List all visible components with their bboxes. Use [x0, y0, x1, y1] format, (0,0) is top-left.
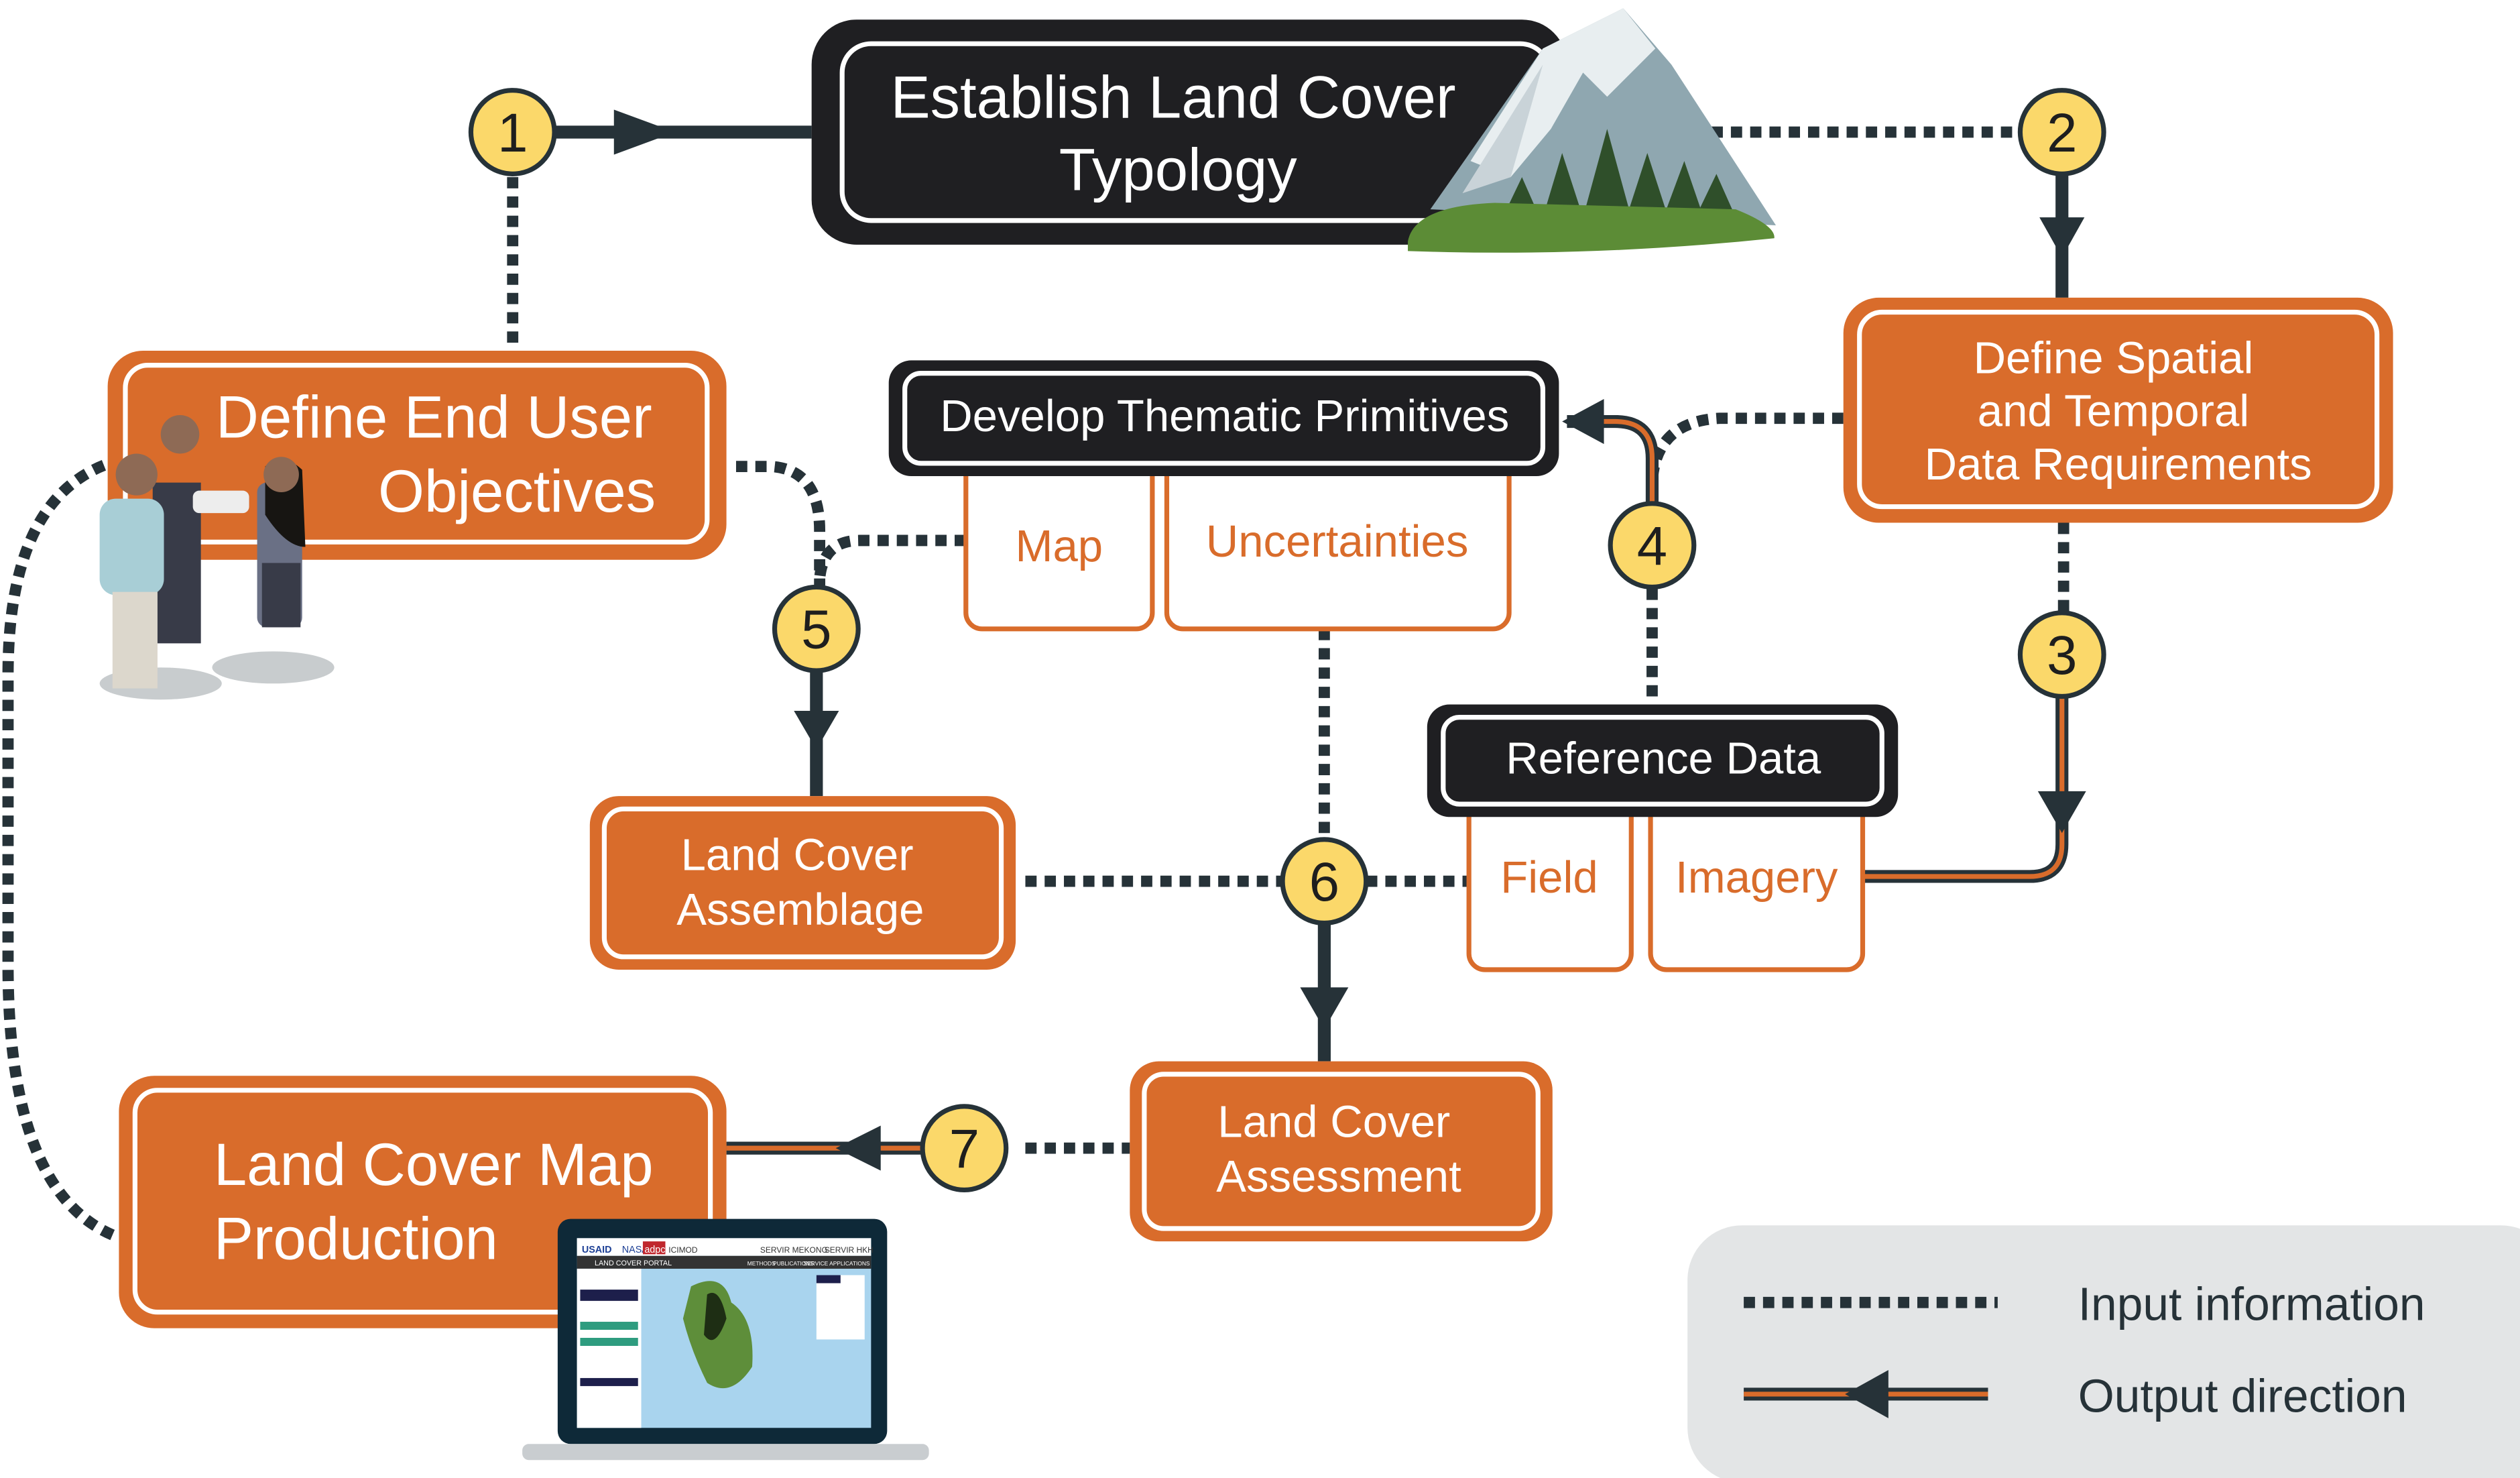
reference-imagery: Imagery	[1675, 852, 1838, 903]
badge-5: 5	[772, 584, 861, 673]
spatial-line-3: Data Requirements	[1925, 439, 2312, 490]
svg-text:2: 2	[2047, 103, 2077, 164]
badge-6: 6	[1280, 837, 1369, 926]
step-develop-thematic-primitives[interactable]: Map Uncertainties Develop Thematic Primi…	[888, 360, 1559, 632]
spatial-line-2: and Temporal	[1978, 386, 2249, 437]
laptop-land-cover-portal: USAID NASA adpc ICIMOD SERVIR MEKONG SER…	[522, 1218, 929, 1461]
laptop-nav-methods: METHODS	[747, 1260, 776, 1267]
reference-field: Field	[1500, 852, 1598, 903]
objectives-line-1: Define End User	[216, 384, 652, 451]
svg-text:3: 3	[2047, 625, 2077, 686]
svg-text:5: 5	[801, 600, 831, 661]
svg-text:1: 1	[497, 103, 528, 164]
dotted-production-to-objectives	[2, 457, 115, 1241]
primitives-uncertainties: Uncertainties	[1206, 516, 1469, 567]
laptop-logo-adpc: adpc	[644, 1245, 665, 1255]
arrow-4-to-primitives	[1567, 414, 1659, 504]
badge-1: 1	[468, 88, 557, 176]
step-define-spatial-temporal-requirements[interactable]: Define Spatial and Temporal Data Require…	[1843, 297, 2393, 523]
assemblage-line-2: Assemblage	[676, 885, 924, 935]
step-land-cover-assemblage[interactable]: Land Cover Assemblage	[589, 796, 1016, 970]
assessment-line-2: Assessment	[1216, 1151, 1461, 1202]
production-line-2: Production	[214, 1206, 498, 1272]
svg-text:6: 6	[1309, 852, 1339, 913]
land-cover-workflow-diagram: Establish Land Cover Typology Define End…	[2, 8, 2520, 1478]
laptop-logo-icimod: ICIMOD	[668, 1245, 698, 1255]
step-reference-data[interactable]: Field Imagery Reference Data	[1427, 704, 1899, 972]
dotted-spatial-to-4	[1646, 412, 1844, 484]
production-line-1: Land Cover Map	[214, 1131, 654, 1198]
arrowhead-icon	[794, 711, 839, 750]
arrowhead-icon	[1562, 398, 1604, 445]
svg-text:7: 7	[949, 1119, 979, 1180]
svg-text:4: 4	[1637, 516, 1667, 577]
arrowhead-icon	[1300, 987, 1349, 1029]
reference-title: Reference Data	[1506, 734, 1821, 784]
arrowhead-icon	[2039, 217, 2085, 258]
arrowhead-icon	[2037, 791, 2086, 834]
step-badges: 1 2 3 4 5 6 7	[468, 88, 2106, 1193]
legend-output-label: Output direction	[2078, 1369, 2407, 1422]
legend-input-label: Input information	[2078, 1278, 2425, 1330]
dotted-objectives-to-5	[735, 461, 826, 586]
assessment-line-1: Land Cover	[1217, 1096, 1450, 1147]
badge-4: 4	[1608, 501, 1697, 590]
laptop-logo-usaid: USAID	[582, 1245, 612, 1255]
primitives-title: Develop Thematic Primitives	[940, 391, 1509, 441]
legend: Input information Output direction	[1687, 1225, 2520, 1478]
badge-2: 2	[2017, 88, 2106, 176]
step-land-cover-assessment[interactable]: Land Cover Assessment	[1130, 1061, 1553, 1242]
badge-7: 7	[920, 1104, 1009, 1193]
laptop-logo-servir-mekong: SERVIR MEKONG	[760, 1245, 828, 1255]
badge-3: 3	[2017, 610, 2106, 699]
assemblage-line-1: Land Cover	[681, 830, 914, 880]
laptop-logo-servir-hkh: SERVIR HKH	[825, 1245, 874, 1255]
objectives-line-2: Objectives	[378, 458, 656, 524]
arrowhead-icon	[613, 109, 675, 155]
dotted-map-to-5	[814, 534, 966, 580]
typology-line-1: Establish Land Cover	[891, 64, 1456, 130]
spatial-line-1: Define Spatial	[1974, 333, 2254, 384]
typology-line-2: Typology	[1059, 136, 1298, 203]
laptop-nav-service-applications: SERVICE APPLICATIONS	[804, 1260, 870, 1267]
arrowhead-icon	[835, 1125, 881, 1171]
primitives-map: Map	[1016, 521, 1103, 571]
laptop-nav-title: LAND COVER PORTAL	[595, 1259, 672, 1267]
